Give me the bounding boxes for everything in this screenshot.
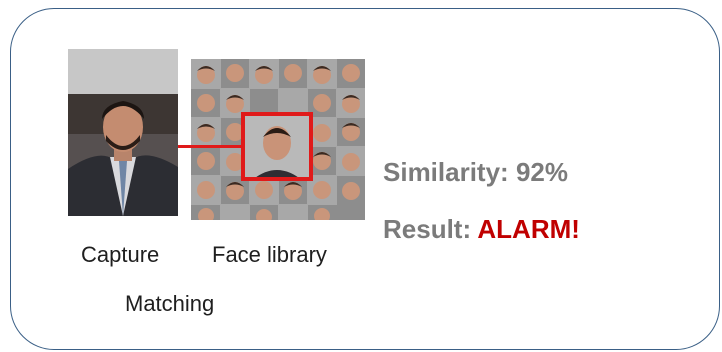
similarity-value: 92%: [515, 157, 568, 187]
match-connector-line: [178, 145, 241, 148]
result-label: Result:: [383, 214, 472, 244]
result-readout: Result: ALARM!: [383, 214, 580, 245]
alarm-status: ALARM!: [477, 214, 580, 244]
face-library-label: Face library: [212, 242, 327, 267]
capture-portrait-image: [68, 49, 178, 216]
matched-face-highlight-box: [241, 112, 313, 181]
similarity-readout: Similarity: 92%: [383, 157, 568, 188]
matching-label: Matching: [125, 291, 215, 316]
similarity-label: Similarity:: [383, 157, 509, 187]
capture-photo: [68, 49, 178, 216]
capture-label: Capture: [81, 242, 160, 267]
